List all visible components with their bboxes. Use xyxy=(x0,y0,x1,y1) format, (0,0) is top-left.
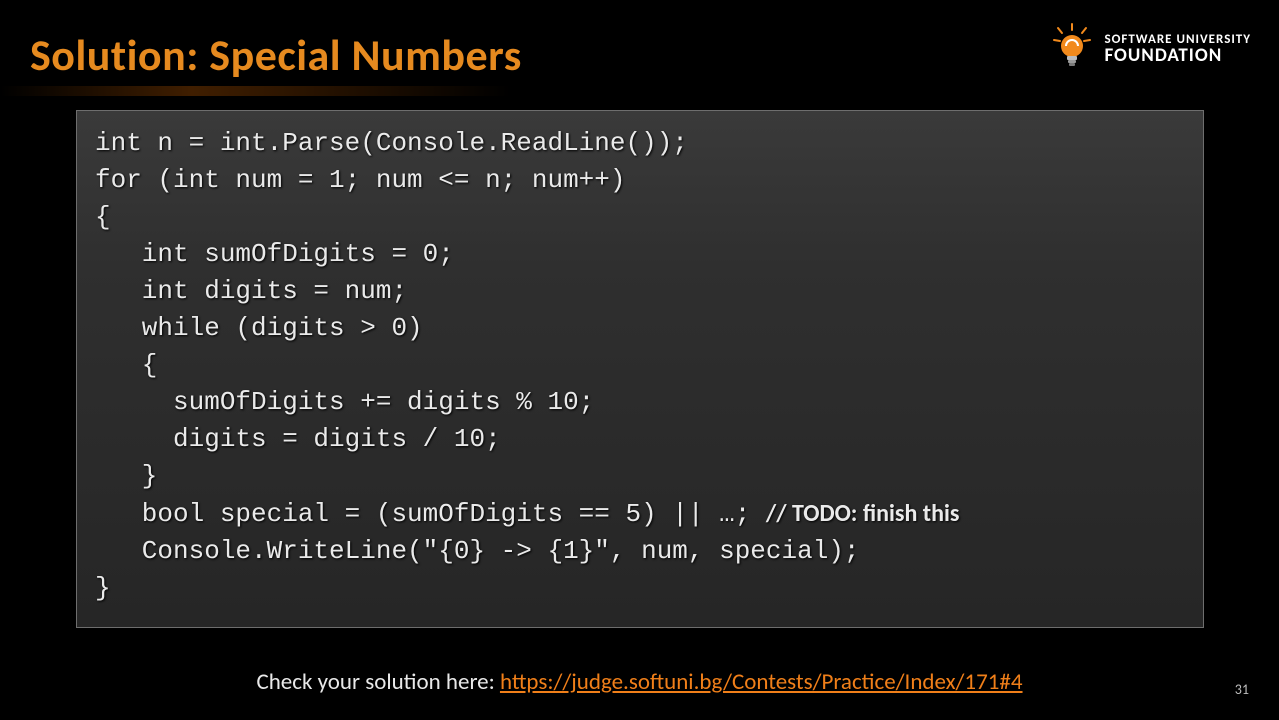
page-number: 31 xyxy=(1235,681,1249,698)
code-line: int digits = num; xyxy=(95,276,407,306)
code-line: digits = digits / 10; xyxy=(95,424,501,454)
code-line: } xyxy=(95,573,111,603)
code-line: { xyxy=(95,350,157,380)
brand-logo: SOFTWARE UNIVERSITY FOUNDATION xyxy=(1050,22,1251,75)
footer-prefix: Check your solution here: xyxy=(256,668,500,696)
code-line: Console.WriteLine("{0} -> {1}", num, spe… xyxy=(95,536,860,566)
code-line: sumOfDigits += digits % 10; xyxy=(95,387,594,417)
lightbulb-icon xyxy=(1050,22,1094,75)
footer-text: Check your solution here: https://judge.… xyxy=(0,668,1279,696)
code-line: for (int num = 1; num <= n; num++) xyxy=(95,165,626,195)
slide: Solution: Special Numbers SOFTWARE UNIVE xyxy=(0,0,1279,720)
brand-line-2: FOUNDATION xyxy=(1104,46,1251,65)
code-line: int sumOfDigits = 0; xyxy=(95,239,454,269)
code-line: } xyxy=(95,461,157,491)
slide-title: Solution: Special Numbers xyxy=(30,28,522,82)
solution-link[interactable]: https://judge.softuni.bg/Contests/Practi… xyxy=(500,668,1023,696)
code-block: int n = int.Parse(Console.ReadLine()); f… xyxy=(76,110,1204,628)
code-line: bool special = (sumOfDigits == 5) || …; xyxy=(95,499,766,529)
title-underline xyxy=(0,86,1279,96)
code-comment: // TODO: finish this xyxy=(766,499,960,528)
code-line: int n = int.Parse(Console.ReadLine()); xyxy=(95,128,688,158)
brand-text: SOFTWARE UNIVERSITY FOUNDATION xyxy=(1104,33,1251,65)
code-line: { xyxy=(95,202,111,232)
code-line: while (digits > 0) xyxy=(95,313,423,343)
